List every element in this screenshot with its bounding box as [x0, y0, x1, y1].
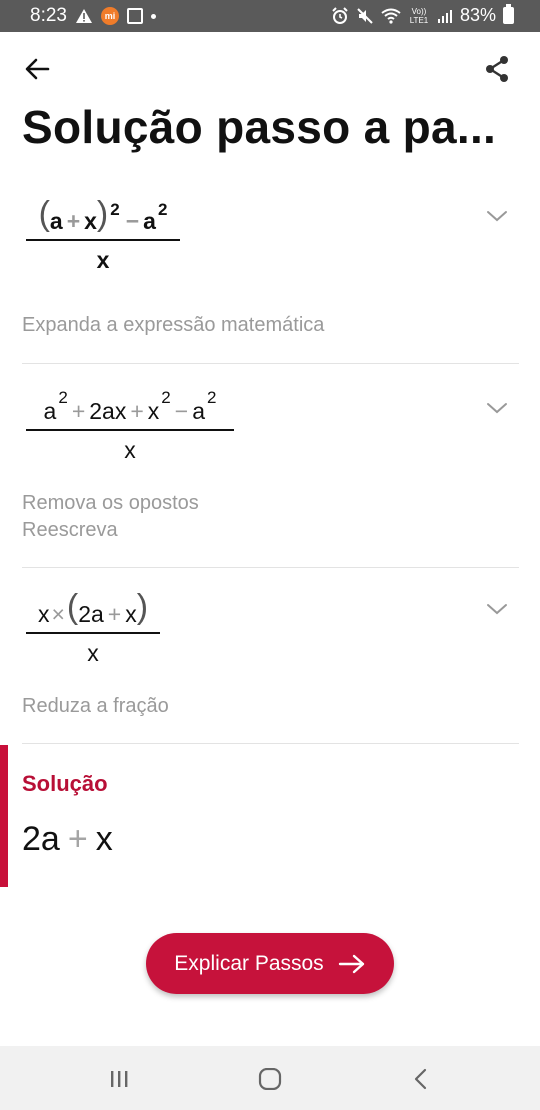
minus-operator: −	[125, 208, 140, 234]
step-description-line: Reescreva	[22, 519, 118, 541]
denominator: x	[124, 437, 136, 463]
back-nav-icon	[414, 1068, 427, 1090]
paren-open: (	[66, 588, 79, 626]
paren-close: )	[96, 195, 109, 233]
term: a	[43, 398, 57, 424]
step-description-line: Expanda a expressão matemática	[22, 314, 325, 336]
mi-icon: mi	[100, 7, 119, 25]
step-2-description: Remova os opostos Reescreva	[22, 490, 199, 544]
term: 2a	[78, 601, 104, 627]
back-nav-button[interactable]	[406, 1064, 436, 1094]
battery-percent: 83%	[459, 5, 496, 25]
term: a	[192, 398, 205, 424]
recent-apps-button[interactable]	[104, 1064, 134, 1094]
more-notifications-dot	[150, 13, 156, 19]
share-icon	[486, 56, 508, 82]
signal-icon	[437, 8, 453, 24]
denominator: x	[87, 640, 99, 666]
term: a	[49, 208, 63, 234]
term: 2ax	[89, 398, 127, 424]
paren-open: (	[38, 195, 50, 233]
arrow-right-icon	[338, 954, 364, 973]
home-button[interactable]	[255, 1064, 285, 1094]
back-button[interactable]	[20, 52, 54, 86]
wifi-icon	[381, 8, 401, 24]
warning-icon	[75, 8, 93, 24]
term: 2a	[22, 820, 60, 858]
home-icon	[258, 1068, 282, 1090]
step-description-line: Remova os opostos	[22, 492, 199, 514]
chevron-down-icon[interactable]	[485, 597, 509, 621]
plus-operator: +	[107, 601, 122, 627]
step-1-expression: ( a + x ) 2 − a 2 x	[26, 195, 180, 274]
chevron-down-icon[interactable]	[485, 204, 509, 228]
exponent: 2	[110, 200, 120, 219]
step-description-line: Reduza a fração	[22, 695, 169, 717]
arrow-left-icon	[25, 58, 50, 80]
plus-operator: +	[71, 398, 86, 424]
fraction-bar	[26, 239, 180, 241]
step-1-description: Expanda a expressão matemática	[22, 312, 324, 339]
exponent: 2	[157, 200, 168, 219]
plus-operator: +	[66, 208, 81, 234]
exponent: 2	[206, 388, 217, 407]
step-2-expression: a 2 + 2ax + x 2 − a 2 x	[26, 388, 234, 464]
minus-operator: −	[174, 398, 189, 424]
clock: 8:23	[30, 5, 67, 26]
solution-value: 2a + x	[22, 820, 113, 859]
solution-accent-bar	[0, 745, 8, 887]
notification-box-icon	[126, 8, 143, 24]
fraction-bar	[26, 429, 234, 431]
step-1[interactable]: ( a + x ) 2 − a 2 x Expanda a expressão …	[22, 195, 519, 345]
term: x	[84, 208, 97, 234]
navigation-bar	[0, 1046, 540, 1110]
paren-close: )	[136, 588, 149, 626]
status-bar: 8:23 mi Vo)) LTE1 83%	[0, 0, 540, 32]
chevron-down-icon[interactable]	[485, 396, 509, 420]
explain-steps-label: Explicar Passos	[174, 951, 324, 975]
share-button[interactable]	[480, 52, 514, 86]
term: x	[125, 601, 137, 627]
step-3[interactable]: x × ( 2a + x ) x Reduza a fração	[22, 588, 519, 723]
exponent: 2	[161, 388, 171, 407]
fraction-bar	[26, 632, 160, 634]
recent-apps-icon	[111, 1071, 128, 1087]
term: a	[143, 208, 156, 234]
battery-icon	[503, 4, 514, 24]
volte-icon: Vo)) LTE1	[409, 6, 429, 25]
denominator: x	[96, 247, 110, 273]
step-3-expression: x × ( 2a + x ) x	[26, 588, 160, 667]
step-2[interactable]: a 2 + 2ax + x 2 − a 2 x Remova os oposto…	[22, 388, 519, 552]
mute-icon	[356, 7, 374, 25]
step-3-description: Reduza a fração	[22, 693, 169, 720]
explain-steps-button[interactable]: Explicar Passos	[146, 933, 394, 994]
solution-label: Solução	[22, 771, 108, 796]
plus-operator: +	[130, 398, 144, 424]
term: x	[95, 820, 113, 858]
divider	[22, 363, 519, 364]
term: x	[147, 398, 160, 424]
times-operator: ×	[51, 601, 65, 627]
page-title: Solução passo a pa...	[22, 101, 497, 153]
divider	[22, 567, 519, 568]
plus-operator: +	[67, 820, 88, 858]
alarm-icon	[331, 6, 349, 25]
divider	[22, 743, 519, 744]
exponent: 2	[58, 388, 68, 407]
term: x	[37, 601, 50, 627]
